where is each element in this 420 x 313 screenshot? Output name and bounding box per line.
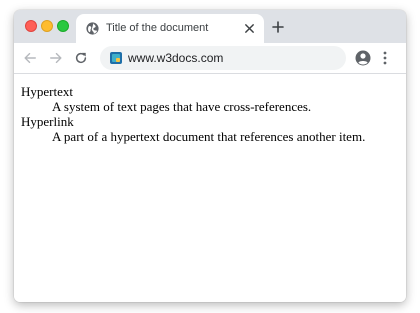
browser-toolbar: www.w3docs.com: [14, 43, 406, 73]
reload-button[interactable]: [74, 51, 88, 65]
definition-list: Hypertext A system of text pages that ha…: [21, 84, 365, 144]
globe-icon: [86, 22, 99, 35]
definition-description: A part of a hypertext document that refe…: [52, 129, 366, 144]
back-button[interactable]: [23, 51, 37, 65]
window-maximize-button[interactable]: [57, 20, 69, 32]
definition-description: A system of text pages that have cross-r…: [52, 99, 312, 114]
tab-title: Title of the document: [106, 22, 209, 34]
account-circle-icon[interactable]: [355, 50, 371, 66]
new-tab-button[interactable]: [272, 21, 284, 33]
tab-strip: Title of the document: [14, 10, 406, 43]
browser-tab[interactable]: Title of the document: [76, 14, 264, 43]
forward-button[interactable]: [49, 51, 63, 65]
close-icon[interactable]: [244, 23, 255, 34]
browser-window: Title of the document www.w3docs.com Hyp…: [14, 10, 406, 302]
site-favicon: [110, 52, 122, 64]
definition-term: Hyperlink: [21, 114, 74, 129]
url-text[interactable]: www.w3docs.com: [128, 51, 223, 65]
window-close-button[interactable]: [25, 20, 37, 32]
address-bar[interactable]: www.w3docs.com: [100, 46, 346, 70]
page-content: Hypertext A system of text pages that ha…: [14, 74, 406, 302]
definition-term: Hypertext: [21, 84, 73, 99]
window-minimize-button[interactable]: [41, 20, 53, 32]
kebab-menu-icon[interactable]: [382, 51, 388, 65]
